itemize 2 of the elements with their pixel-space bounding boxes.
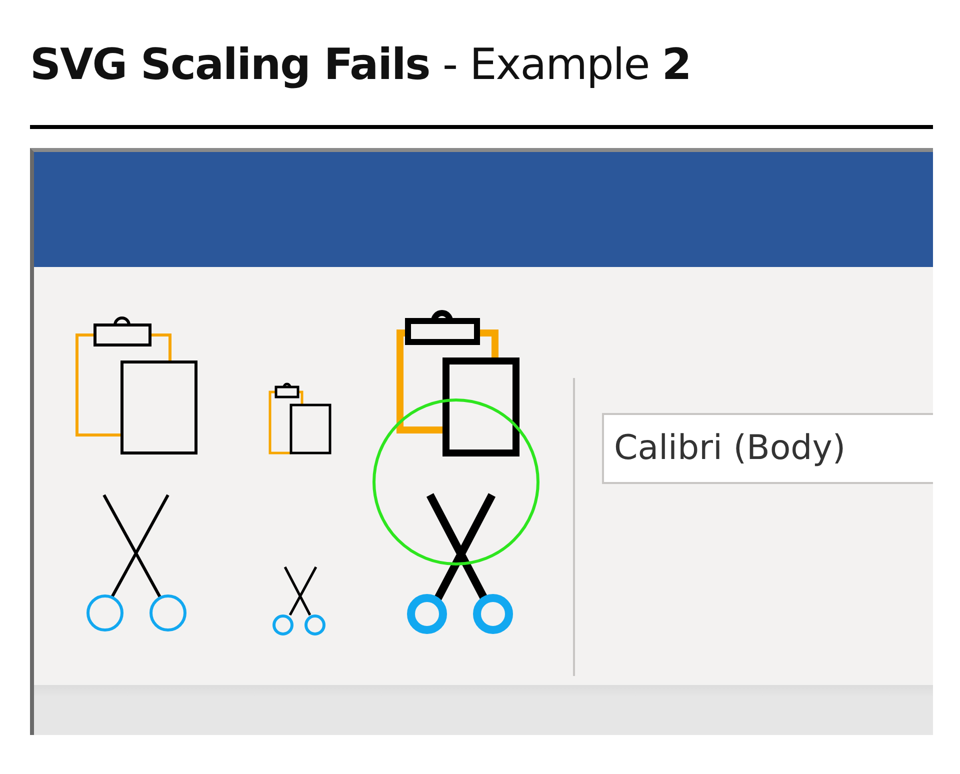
page-title: SVG Scaling Fails - Example 2 [30, 39, 692, 90]
font-field[interactable]: Calibri (Body) [602, 413, 933, 484]
